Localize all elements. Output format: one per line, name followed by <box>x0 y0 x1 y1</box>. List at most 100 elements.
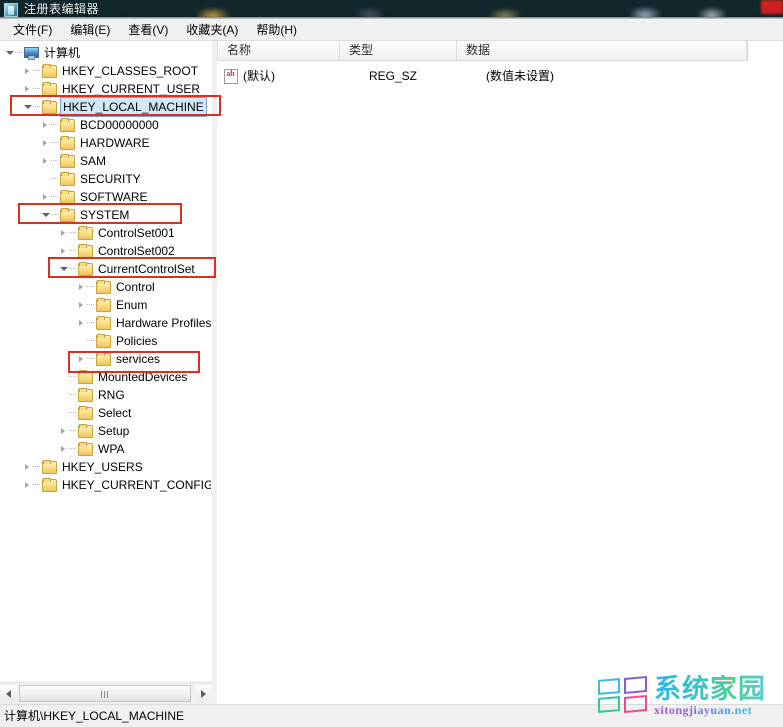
registry-values-pane[interactable]: 名称 类型 数据 ab (默认) REG_SZ (数值未设置) <box>217 41 783 704</box>
tree-item-label: Enum <box>114 296 149 314</box>
column-header-data[interactable]: 数据 <box>457 41 747 60</box>
tree-item-system[interactable]: SYSTEM <box>0 206 211 224</box>
registry-key-folder-icon <box>77 406 93 420</box>
tree-item-label: Control <box>114 278 157 296</box>
registry-key-folder-icon <box>95 280 111 294</box>
collapse-arrow-icon[interactable] <box>58 260 69 278</box>
menu-item-edit[interactable]: 编辑(E) <box>61 20 119 40</box>
site-watermark: 系统家园 xitongjiayuan.net <box>596 673 781 719</box>
expand-arrow-icon[interactable] <box>22 80 33 98</box>
expand-arrow-icon[interactable] <box>40 152 51 170</box>
expand-arrow-icon[interactable] <box>76 350 87 368</box>
values-column-header: 名称 类型 数据 <box>217 41 748 61</box>
registry-key-folder-icon <box>77 226 93 240</box>
tree-connector-line <box>69 368 77 386</box>
tree-item-hkey-users[interactable]: HKEY_USERS <box>0 458 211 476</box>
tree-item-controlset002[interactable]: ControlSet002 <box>0 242 211 260</box>
expand-arrow-icon[interactable] <box>58 440 69 458</box>
registry-editor-icon <box>4 3 18 17</box>
tree-connector-line <box>33 80 41 98</box>
registry-key-folder-icon <box>95 334 111 348</box>
menu-item-favorites[interactable]: 收藏夹(A) <box>177 20 247 40</box>
tree-connector-line <box>87 314 95 332</box>
collapse-arrow-icon[interactable] <box>4 44 15 62</box>
expand-arrow-icon[interactable] <box>76 296 87 314</box>
scroll-right-arrow[interactable] <box>195 685 212 702</box>
tree-connector-line <box>69 404 77 422</box>
expand-arrow-icon[interactable] <box>76 278 87 296</box>
tree-item-label: HARDWARE <box>78 134 152 152</box>
tree-item-services[interactable]: services <box>0 350 211 368</box>
tree-item-hkey-current-config[interactable]: HKEY_CURRENT_CONFIG <box>0 476 211 494</box>
tree-item-hkey-classes-root[interactable]: HKEY_CLASSES_ROOT <box>0 62 211 80</box>
expand-arrow-icon[interactable] <box>40 134 51 152</box>
tree-connector-line <box>51 188 59 206</box>
column-header-type[interactable]: 类型 <box>340 41 457 60</box>
tree-connector-line <box>69 224 77 242</box>
tree-item-enum[interactable]: Enum <box>0 296 211 314</box>
tree-item-label: SAM <box>78 152 108 170</box>
column-header-name[interactable]: 名称 <box>217 41 340 60</box>
tree-item-label: ControlSet001 <box>96 224 177 242</box>
expand-arrow-icon[interactable] <box>22 62 33 80</box>
tree-item-select[interactable]: Select <box>0 404 211 422</box>
tree-item-label: Policies <box>114 332 159 350</box>
expand-arrow-icon[interactable] <box>58 242 69 260</box>
expand-arrow-icon[interactable] <box>58 422 69 440</box>
registry-key-folder-icon <box>41 82 57 96</box>
close-button[interactable] <box>761 0 783 14</box>
tree-item-software[interactable]: SOFTWARE <box>0 188 211 206</box>
expand-arrow-icon[interactable] <box>58 224 69 242</box>
tree-item-hkey-local-machine[interactable]: HKEY_LOCAL_MACHINE <box>0 98 211 116</box>
collapse-arrow-icon[interactable] <box>40 206 51 224</box>
tree-connector-line <box>51 152 59 170</box>
tree-connector-line <box>69 422 77 440</box>
scrollbar-track[interactable] <box>17 685 195 702</box>
scrollbar-thumb[interactable] <box>19 685 191 702</box>
tree-item-wpa[interactable]: WPA <box>0 440 211 458</box>
tree-connector-line <box>51 116 59 134</box>
registry-key-folder-icon <box>41 478 57 492</box>
column-header-filler <box>748 41 783 61</box>
collapse-arrow-icon[interactable] <box>22 98 33 116</box>
tree-item-rng[interactable]: RNG <box>0 386 211 404</box>
tree-connector-line <box>69 440 77 458</box>
tree-connector-line <box>51 134 59 152</box>
title-bar: 注册表编辑器 <box>0 0 783 19</box>
scroll-left-arrow[interactable] <box>0 685 17 702</box>
tree-item-label: HKEY_CURRENT_USER <box>60 80 202 98</box>
expand-arrow-icon[interactable] <box>22 458 33 476</box>
menu-item-view[interactable]: 查看(V) <box>119 20 177 40</box>
menu-item-help[interactable]: 帮助(H) <box>247 20 306 40</box>
menu-bar: 文件(F) 编辑(E) 查看(V) 收藏夹(A) 帮助(H) <box>0 19 783 41</box>
watermark-brand-cn: 系统家园 <box>654 675 766 704</box>
registry-key-folder-icon <box>59 136 75 150</box>
tree-item-hkey-current-user[interactable]: HKEY_CURRENT_USER <box>0 80 211 98</box>
tree-item-bcd00000000[interactable]: BCD00000000 <box>0 116 211 134</box>
registry-tree-pane[interactable]: 计算机HKEY_CLASSES_ROOTHKEY_CURRENT_USERHKE… <box>0 41 212 682</box>
registry-key-folder-icon <box>41 100 57 114</box>
tree-item-label: MountedDevices <box>96 368 189 386</box>
expand-arrow-icon[interactable] <box>40 116 51 134</box>
tree-item-setup[interactable]: Setup <box>0 422 211 440</box>
scrollbar-grip-icon <box>101 691 109 698</box>
expand-arrow-icon[interactable] <box>40 188 51 206</box>
tree-connector-line <box>33 458 41 476</box>
tree-item-control[interactable]: Control <box>0 278 211 296</box>
expand-arrow-icon[interactable] <box>76 314 87 332</box>
tree-item-security[interactable]: SECURITY <box>0 170 211 188</box>
tree-item-currentcontrolset[interactable]: CurrentControlSet <box>0 260 211 278</box>
registry-key-folder-icon <box>95 316 111 330</box>
tree-item-policies[interactable]: Policies <box>0 332 211 350</box>
tree-item-computer[interactable]: 计算机 <box>0 44 211 62</box>
tree-indent-spacer <box>40 170 51 188</box>
expand-arrow-icon[interactable] <box>22 476 33 494</box>
tree-item-hardware[interactable]: HARDWARE <box>0 134 211 152</box>
table-row[interactable]: ab (默认) REG_SZ (数值未设置) <box>217 67 772 84</box>
menu-item-file[interactable]: 文件(F) <box>4 20 61 40</box>
tree-item-hardware-profiles[interactable]: Hardware Profiles <box>0 314 211 332</box>
tree-item-controlset001[interactable]: ControlSet001 <box>0 224 211 242</box>
tree-item-mounteddevices[interactable]: MountedDevices <box>0 368 211 386</box>
tree-item-sam[interactable]: SAM <box>0 152 211 170</box>
tree-horizontal-scrollbar[interactable] <box>0 682 212 704</box>
